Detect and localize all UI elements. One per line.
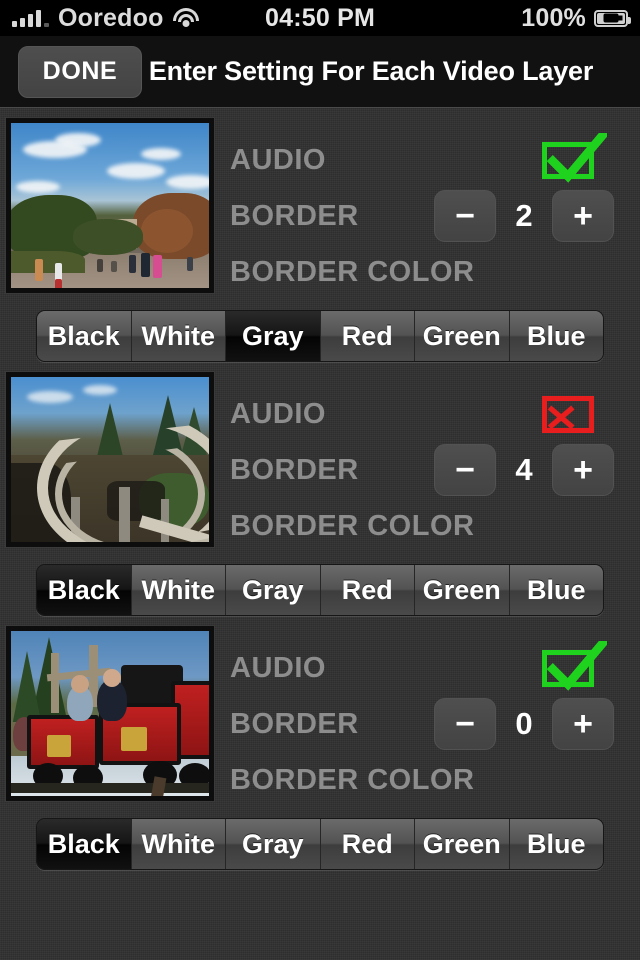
border-color-label: BORDER COLOR — [230, 509, 475, 542]
checkmark-icon — [546, 132, 607, 183]
page-title: Enter Setting For Each Video Layer — [148, 56, 594, 86]
color-segment-black[interactable]: Black — [37, 819, 132, 869]
audio-label: AUDIO — [230, 397, 326, 430]
audio-label: AUDIO — [230, 651, 326, 684]
border-increment-button[interactable]: + — [552, 190, 614, 242]
status-bar: Ooredoo 04:50 PM 100% — [0, 0, 640, 36]
park-autumn-thumbnail — [11, 123, 209, 288]
border-row: BORDER − 4 + — [230, 442, 640, 498]
border-stepper: − 4 + — [434, 444, 614, 496]
signal-strength-icon — [12, 9, 49, 27]
border-decrement-button[interactable]: − — [434, 190, 496, 242]
audio-checkbox[interactable] — [542, 132, 607, 183]
video-layer-row: AUDIO BORDER − 2 + BORDER COLOR Black Wh… — [0, 108, 640, 362]
audio-label: AUDIO — [230, 143, 326, 176]
audio-row: AUDIO — [230, 640, 640, 696]
border-color-segmented-control: Black White Gray Red Green Blue — [36, 564, 604, 616]
audio-row: AUDIO — [230, 386, 640, 442]
border-decrement-button[interactable]: − — [434, 444, 496, 496]
navigation-bar: DONE Enter Setting For Each Video Layer — [0, 36, 640, 108]
border-decrement-button[interactable]: − — [434, 698, 496, 750]
color-segment-red[interactable]: Red — [320, 565, 415, 615]
border-color-row: BORDER COLOR — [230, 244, 640, 300]
layer-thumbnail[interactable] — [6, 626, 214, 801]
red-train-ride-thumbnail — [11, 631, 209, 796]
app-screen: Ooredoo 04:50 PM 100% DONE Enter Setting… — [0, 0, 640, 960]
audio-row: AUDIO — [230, 132, 640, 188]
border-color-row: BORDER COLOR — [230, 498, 640, 554]
border-color-segmented-control: Black White Gray Red Green Blue — [36, 818, 604, 870]
border-value: 0 — [515, 706, 533, 741]
color-segment-blue[interactable]: Blue — [509, 565, 603, 615]
border-increment-button[interactable]: + — [552, 444, 614, 496]
wifi-icon — [172, 8, 199, 28]
border-row: BORDER − 0 + — [230, 696, 640, 752]
color-segment-green[interactable]: Green — [415, 819, 510, 869]
layer-controls: AUDIO BORDER − 4 + BORDER COLOR — [214, 372, 640, 554]
border-stepper: − 0 + — [434, 698, 614, 750]
status-bar-left: Ooredoo — [12, 4, 521, 33]
color-segment-black[interactable]: Black — [37, 311, 132, 361]
border-value: 4 — [515, 452, 533, 487]
audio-checkbox[interactable] — [542, 395, 594, 433]
color-segment-gray[interactable]: Gray — [226, 565, 321, 615]
border-color-row: BORDER COLOR — [230, 752, 640, 808]
x-mark-icon — [547, 404, 575, 429]
checkmark-icon — [546, 640, 607, 691]
border-label: BORDER — [230, 707, 359, 740]
battery-icon — [594, 9, 631, 27]
color-segment-green[interactable]: Green — [415, 311, 510, 361]
color-segment-gray[interactable]: Gray — [226, 311, 321, 361]
audio-checkbox[interactable] — [542, 640, 607, 691]
border-label: BORDER — [230, 199, 359, 232]
video-layer-row: AUDIO BORDER − 4 + BORDER COLOR Black Wh… — [0, 362, 640, 616]
layer-controls: AUDIO BORDER − 2 + BORDER COLOR — [214, 118, 640, 300]
border-color-label: BORDER COLOR — [230, 763, 475, 796]
video-layer-row: AUDIO BORDER − 0 + BORDER COLOR Black Wh… — [0, 616, 640, 870]
status-bar-right: 100% — [521, 3, 631, 33]
border-color-segmented-control: Black White Gray Red Green Blue — [36, 310, 604, 362]
color-segment-white[interactable]: White — [131, 565, 226, 615]
layer-thumbnail[interactable] — [6, 118, 214, 293]
border-value: 2 — [515, 198, 533, 233]
color-segment-red[interactable]: Red — [320, 819, 415, 869]
color-segment-gray[interactable]: Gray — [226, 819, 321, 869]
border-label: BORDER — [230, 453, 359, 486]
carrier-name: Ooredoo — [58, 3, 164, 32]
color-segment-red[interactable]: Red — [320, 311, 415, 361]
border-color-label: BORDER COLOR — [230, 255, 475, 288]
border-increment-button[interactable]: + — [552, 698, 614, 750]
layer-thumbnail[interactable] — [6, 372, 214, 547]
border-stepper: − 2 + — [434, 190, 614, 242]
color-segment-blue[interactable]: Blue — [509, 819, 603, 869]
battery-percent: 100% — [521, 3, 586, 32]
border-row: BORDER − 2 + — [230, 188, 640, 244]
color-segment-blue[interactable]: Blue — [509, 311, 603, 361]
layer-controls: AUDIO BORDER − 0 + BORDER COLOR — [214, 626, 640, 808]
roller-coaster-thumbnail — [11, 377, 209, 542]
color-segment-white[interactable]: White — [131, 311, 226, 361]
color-segment-black[interactable]: Black — [37, 565, 132, 615]
done-button[interactable]: DONE — [18, 45, 142, 98]
color-segment-white[interactable]: White — [131, 819, 226, 869]
color-segment-green[interactable]: Green — [415, 565, 510, 615]
